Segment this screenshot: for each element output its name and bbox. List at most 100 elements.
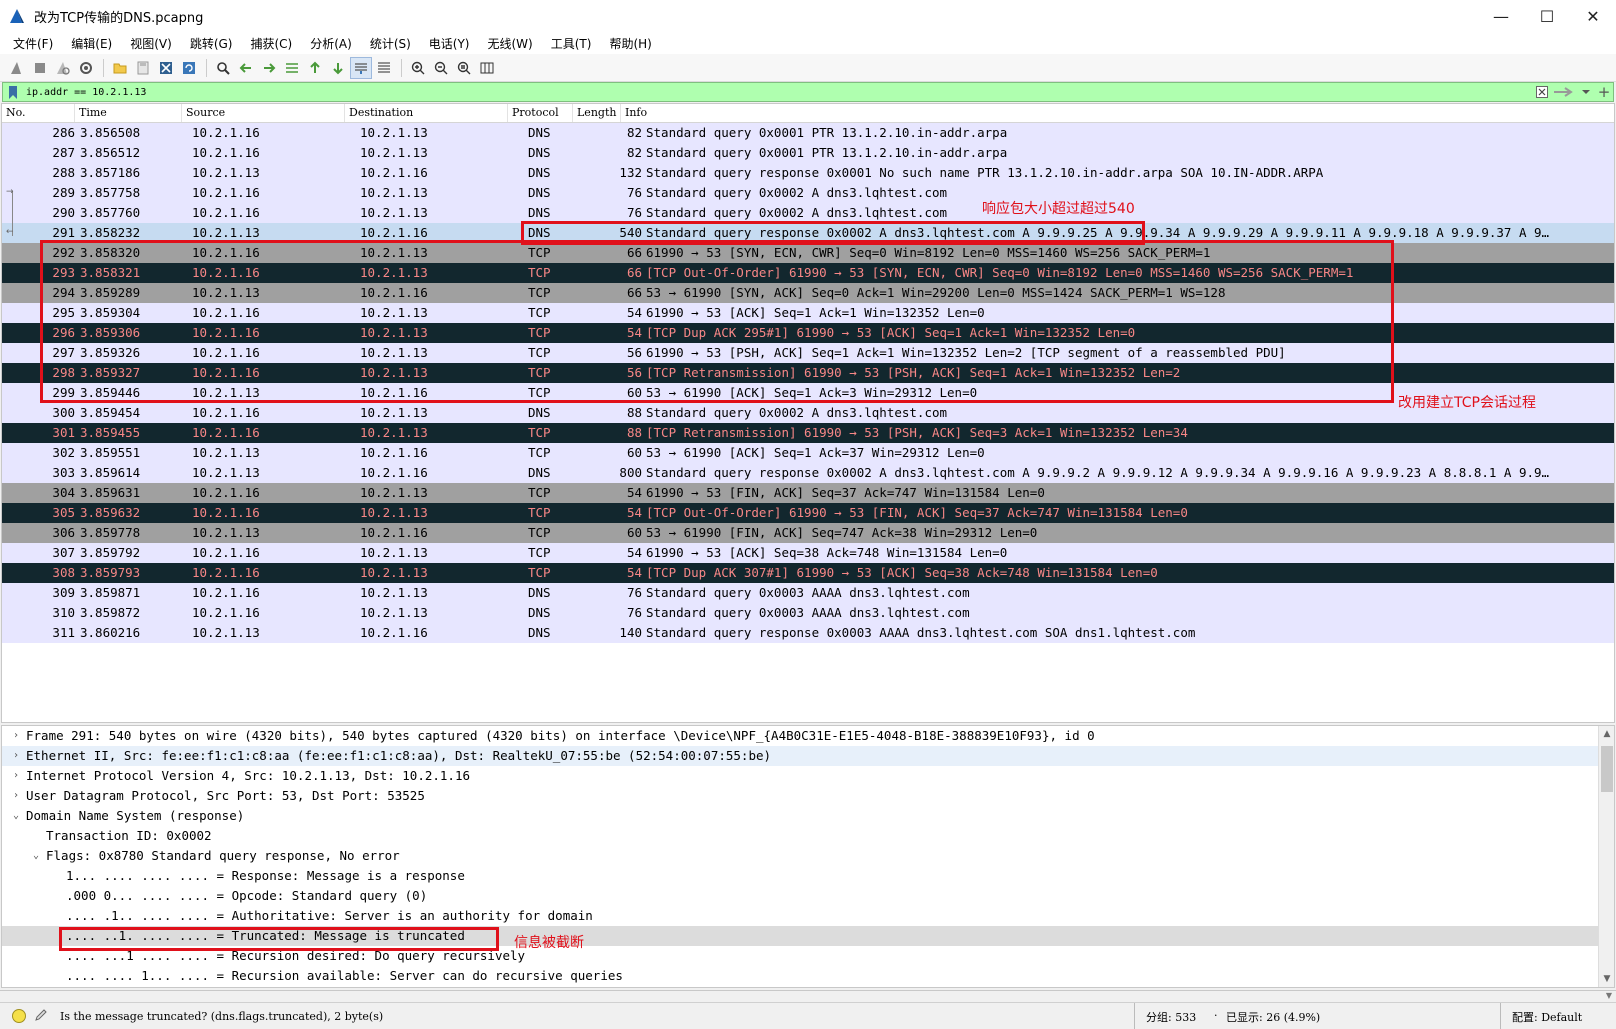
scrollbar-thumb[interactable] [1601,746,1613,792]
menu-telephony[interactable]: 电话(Y) [420,35,479,52]
filter-dropdown-icon[interactable] [1577,83,1595,101]
detail-tree-item[interactable]: .... ..1. .... .... = Truncated: Message… [2,926,1614,946]
packet-row[interactable]: 293 3.858321 10.2.1.16 10.2.1.13 TCP 66 [TCP O… [2,263,1614,283]
packet-row[interactable]: 305 3.859632 10.2.1.16 10.2.1.13 TCP 54 [TCP O… [2,503,1614,523]
minimize-button[interactable]: — [1478,0,1524,32]
expand-arrow-icon[interactable]: › [10,746,22,766]
menu-go[interactable]: 跳转(G) [181,35,242,52]
detail-tree-item[interactable]: .000 0... .... .... = Opcode: Standard q… [2,886,1614,906]
clear-filter-icon[interactable] [1533,83,1551,101]
menu-help[interactable]: 帮助(H) [600,35,660,52]
detail-tree-item[interactable]: › Frame 291: 540 bytes on wire (4320 bits… [2,726,1614,746]
maximize-button[interactable]: ☐ [1524,0,1570,32]
display-filter-input[interactable] [20,86,1533,98]
find-icon[interactable] [212,57,234,79]
detail-tree-item[interactable]: .... .... 1... .... = Recursion availabl… [2,966,1614,986]
packet-row[interactable]: 302 3.859551 10.2.1.13 10.2.1.16 TCP 60 53 → 6… [2,443,1614,463]
detail-tree-item[interactable]: › Internet Protocol Version 4, Src: 10.2.… [2,766,1614,786]
detail-tree-item[interactable]: .... .1.. .... .... = Authoritative: Ser… [2,906,1614,926]
packet-row[interactable]: 289 3.857758 10.2.1.16 10.2.1.13 DNS 76 Standa… [2,183,1614,203]
go-forward-icon[interactable] [258,57,280,79]
last-packet-icon[interactable] [327,57,349,79]
close-file-icon[interactable] [155,57,177,79]
column-header-destination[interactable]: Destination [345,104,508,122]
packet-row[interactable]: 298 3.859327 10.2.1.16 10.2.1.13 TCP 56 [TCP R… [2,363,1614,383]
packet-row[interactable]: 300 3.859454 10.2.1.16 10.2.1.13 DNS 88 Standa… [2,403,1614,423]
expand-arrow-icon[interactable]: › [10,786,22,806]
stop-icon[interactable] [29,57,51,79]
collapse-arrow-icon[interactable]: ⌄ [10,806,22,826]
detail-tree-item[interactable]: ⌄ Flags: 0x8780 Standard query response, … [2,846,1614,866]
menu-capture[interactable]: 捕获(C) [241,35,301,52]
menu-tools[interactable]: 工具(T) [542,35,601,52]
packet-row[interactable]: 294 3.859289 10.2.1.13 10.2.1.16 TCP 66 53 → 6… [2,283,1614,303]
zoom-in-icon[interactable] [407,57,429,79]
column-header-time[interactable]: Time [75,104,182,122]
scroll-up-icon[interactable]: ▲ [1599,726,1614,742]
packet-row[interactable]: 287 3.856512 10.2.1.16 10.2.1.13 DNS 82 Standa… [2,143,1614,163]
packet-row[interactable]: 292 3.858320 10.2.1.16 10.2.1.13 TCP 66 61990 … [2,243,1614,263]
autoscroll-icon[interactable] [350,56,372,79]
column-header-length[interactable]: Length [573,104,621,122]
pane-splitter[interactable]: ▼ [0,990,1616,1002]
packet-row[interactable]: 303 3.859614 10.2.1.13 10.2.1.16 DNS 800 Stand… [2,463,1614,483]
collapse-arrow-icon[interactable]: ⌄ [30,846,42,866]
packet-row[interactable]: 311 3.860216 10.2.1.13 10.2.1.16 DNS 140 Stand… [2,623,1614,643]
close-button[interactable]: ✕ [1570,0,1616,32]
shark-fin-start-icon[interactable] [6,57,28,79]
expert-info-led-icon[interactable] [12,1009,26,1023]
packet-row[interactable]: 306 3.859778 10.2.1.13 10.2.1.16 TCP 60 53 → 6… [2,523,1614,543]
menu-wireless[interactable]: 无线(W) [479,35,542,52]
reload-icon[interactable] [178,57,200,79]
status-profile[interactable]: 配置: Default [1512,1009,1582,1025]
packet-row[interactable]: 307 3.859792 10.2.1.16 10.2.1.13 TCP 54 61990 … [2,543,1614,563]
menu-analyze[interactable]: 分析(A) [301,35,361,52]
packet-row[interactable]: 295 3.859304 10.2.1.16 10.2.1.13 TCP 54 61990 … [2,303,1614,323]
menu-file[interactable]: 文件(F) [4,35,62,52]
detail-scrollbar[interactable]: ▲ ▼ [1598,726,1614,987]
column-header-source[interactable]: Source [182,104,345,122]
resize-columns-icon[interactable] [476,57,498,79]
expand-arrow-icon[interactable]: › [10,766,22,786]
menu-view[interactable]: 视图(V) [121,35,181,52]
detail-tree-item[interactable]: 1... .... .... .... = Response: Message … [2,866,1614,886]
packet-row[interactable]: 299 3.859446 10.2.1.13 10.2.1.16 TCP 60 53 → 6… [2,383,1614,403]
scroll-down-icon[interactable]: ▼ [1599,971,1614,987]
go-back-icon[interactable] [235,57,257,79]
packet-row[interactable]: 291 3.858232 10.2.1.13 10.2.1.16 DNS 540 Stand… [2,223,1614,243]
edit-comment-icon[interactable] [34,1008,48,1025]
packet-row[interactable]: 288 3.857186 10.2.1.13 10.2.1.16 DNS 132 Stand… [2,163,1614,183]
menu-edit[interactable]: 编辑(E) [62,35,121,52]
column-header-no[interactable]: No. [2,104,75,122]
go-to-packet-icon[interactable] [281,57,303,79]
open-folder-icon[interactable] [109,57,131,79]
first-packet-icon[interactable] [304,57,326,79]
options-gear-icon[interactable] [75,57,97,79]
detail-tree-item[interactable]: ⌄ Domain Name System (response) [2,806,1614,826]
column-header-protocol[interactable]: Protocol [508,104,573,122]
packet-row[interactable]: 309 3.859871 10.2.1.16 10.2.1.13 DNS 76 Standa… [2,583,1614,603]
detail-tree-item[interactable]: › User Datagram Protocol, Src Port: 53, D… [2,786,1614,806]
packet-row[interactable]: 286 3.856508 10.2.1.16 10.2.1.13 DNS 82 Standa… [2,123,1614,143]
packet-row[interactable]: 296 3.859306 10.2.1.16 10.2.1.13 TCP 54 [TCP D… [2,323,1614,343]
zoom-normal-icon[interactable] [453,57,475,79]
column-header-info[interactable]: Info [621,104,1614,122]
packet-row[interactable]: 308 3.859793 10.2.1.16 10.2.1.13 TCP 54 [TCP D… [2,563,1614,583]
expand-arrow-icon[interactable]: › [10,726,22,746]
apply-filter-icon[interactable] [1551,83,1577,101]
save-icon[interactable] [132,57,154,79]
packet-row[interactable]: 304 3.859631 10.2.1.16 10.2.1.13 TCP 54 61990 … [2,483,1614,503]
menu-statistics[interactable]: 统计(S) [361,35,420,52]
detail-tree-item[interactable]: Transaction ID: 0x0002 [2,826,1614,846]
colorize-icon[interactable] [373,57,395,79]
zoom-out-icon[interactable] [430,57,452,79]
detail-tree-item[interactable]: .... ...1 .... .... = Recursion desired:… [2,946,1614,966]
restart-icon[interactable] [52,57,74,79]
detail-tree-item[interactable]: › Ethernet II, Src: fe:ee:f1:c1:c8:aa (fe… [2,746,1614,766]
bookmark-icon[interactable] [6,84,20,100]
add-filter-button-icon[interactable]: + [1595,83,1613,101]
packet-row[interactable]: 310 3.859872 10.2.1.16 10.2.1.13 DNS 76 Standa… [2,603,1614,623]
packet-row[interactable]: 301 3.859455 10.2.1.16 10.2.1.13 TCP 88 [TCP R… [2,423,1614,443]
packet-row[interactable]: 290 3.857760 10.2.1.16 10.2.1.13 DNS 76 Standa… [2,203,1614,223]
packet-row[interactable]: 297 3.859326 10.2.1.16 10.2.1.13 TCP 56 61990 … [2,343,1614,363]
